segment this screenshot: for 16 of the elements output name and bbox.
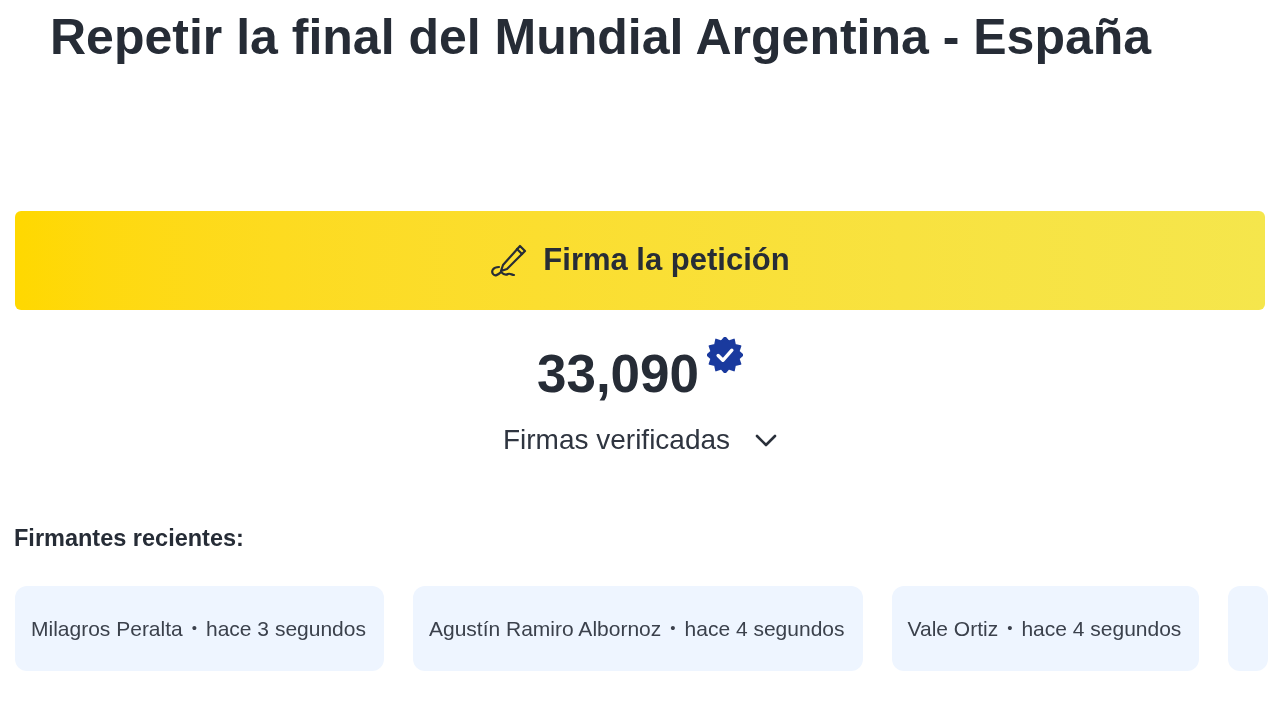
signature-count: 33,090 [536,345,700,403]
petition-title: Repetir la final del Mundial Argentina - España [50,8,1152,67]
separator-dot: • [670,618,676,639]
signer-name: Vale Ortiz [907,615,999,642]
signed-time: hace 4 segundos [684,615,845,642]
separator-dot: • [191,618,197,639]
sign-petition-button[interactable]: Firma la petición [15,211,1265,310]
signer-name: Agustín Ramiro Albornoz [428,615,662,642]
recent-signers-heading: Firmantes recientes: [14,524,244,553]
signed-time: hace 3 segundos [206,615,366,642]
verified-signatures-toggle[interactable]: Firmas verificadas [502,423,778,457]
signer-name: Milagros Peralta [31,615,183,642]
separator-dot: • [1007,618,1013,639]
pen-signature-icon [490,243,529,278]
signed-time: hace 4 segundos [1021,615,1182,642]
chevron-down-icon [755,433,778,447]
